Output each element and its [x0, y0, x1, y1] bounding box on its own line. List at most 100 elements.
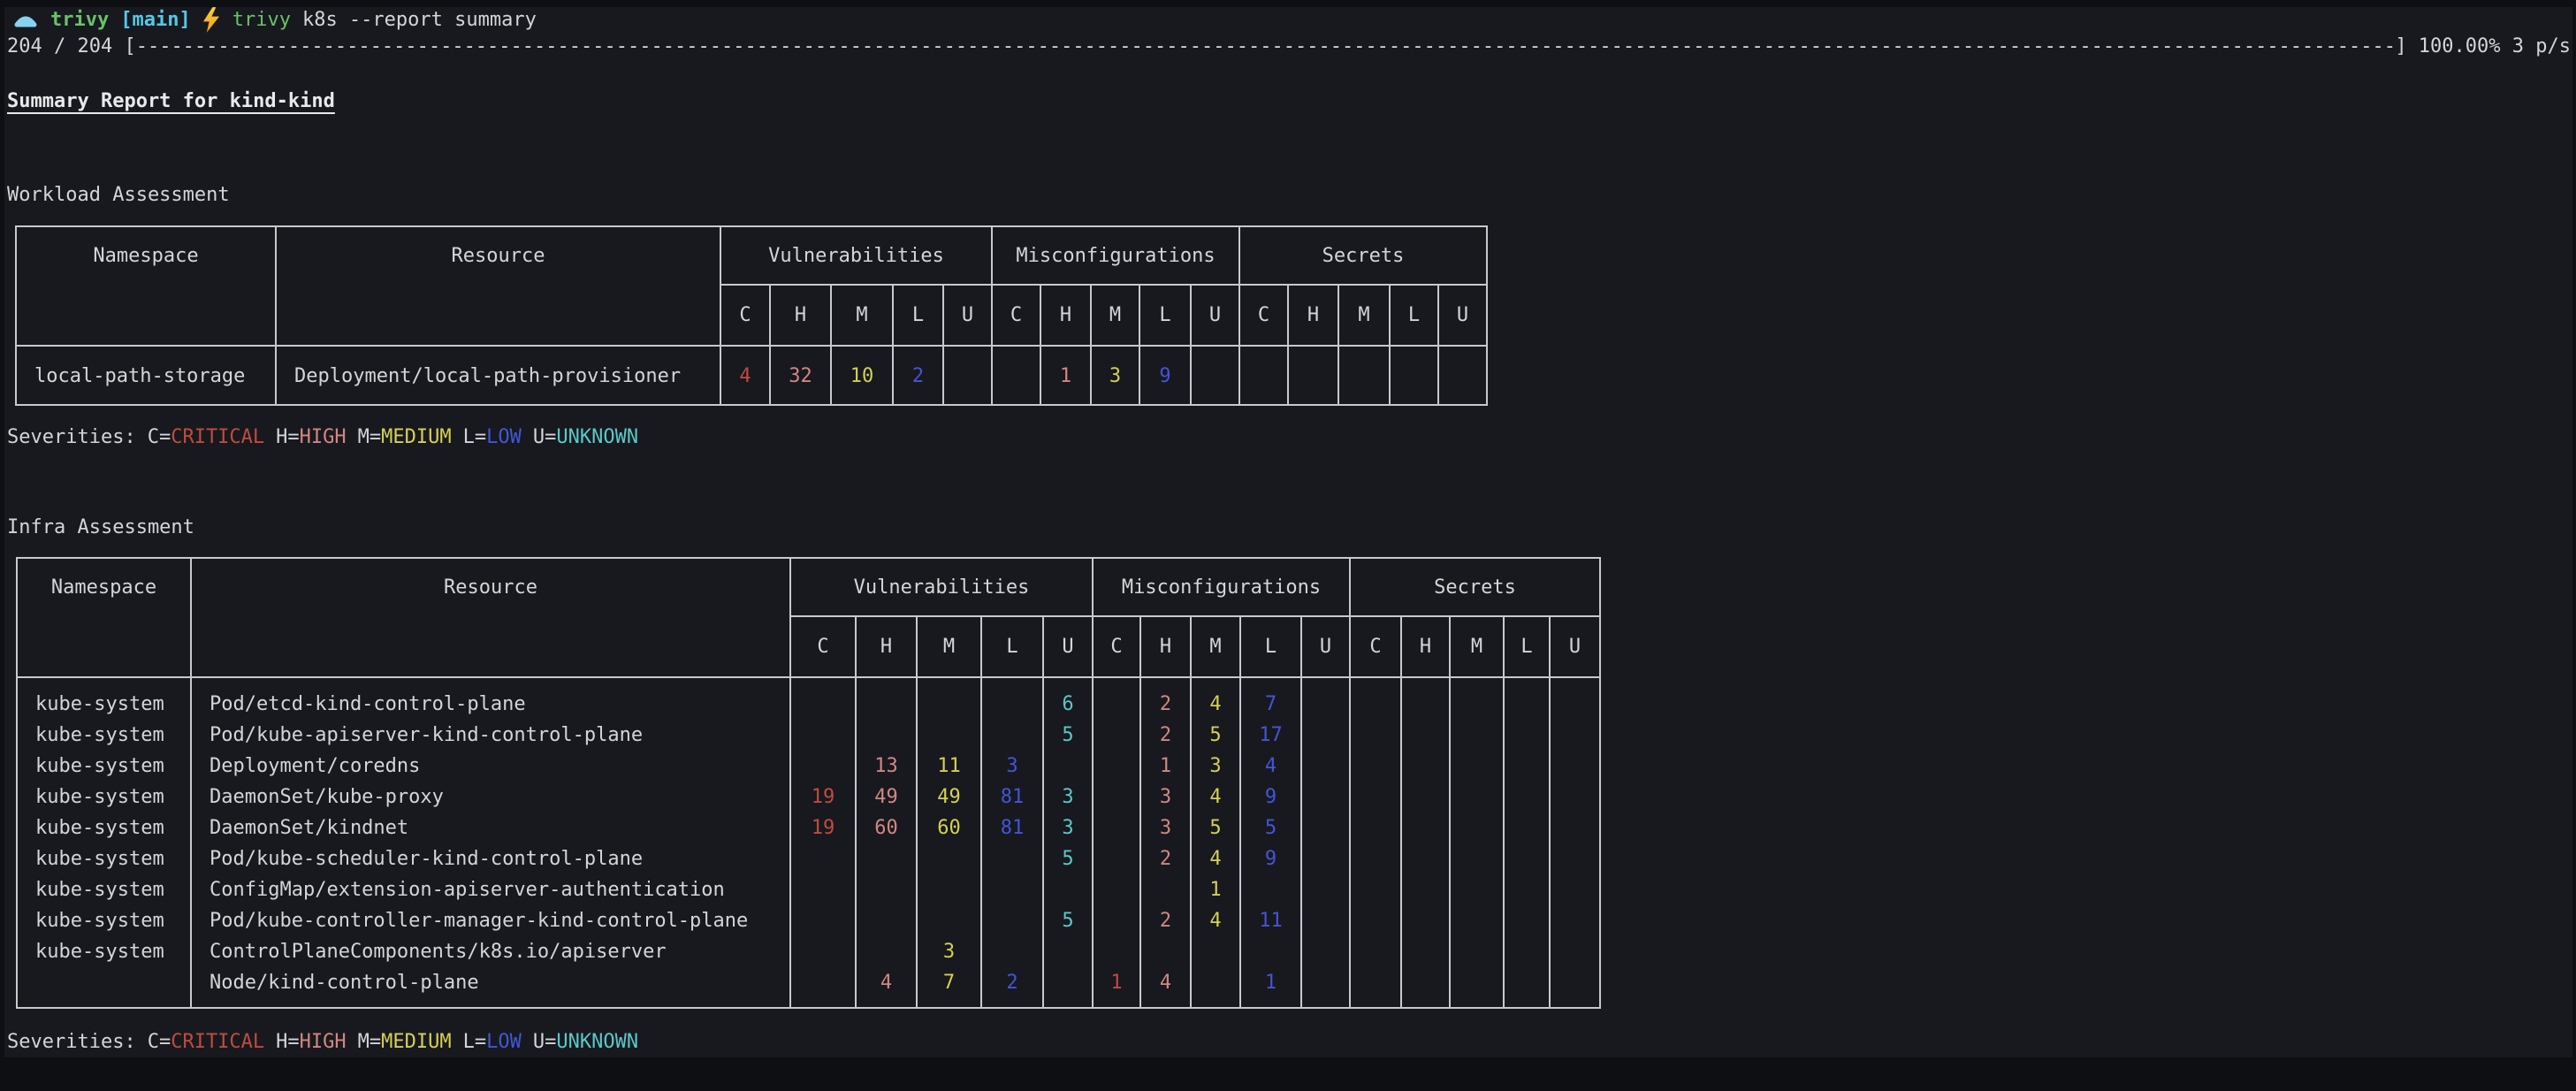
cell-value: kube-system [18, 720, 190, 751]
legend-key: H= [276, 1031, 300, 1053]
cell-value [1351, 813, 1400, 843]
col-subheader-L: L [982, 617, 1044, 676]
prompt-directory: trivy [50, 9, 109, 31]
cell-value [1551, 936, 1599, 967]
legend-item-C: C=CRITICAL [148, 426, 264, 448]
cell-value [1451, 813, 1503, 843]
cell-value [857, 936, 916, 967]
cell-value: 49 [918, 782, 980, 813]
col-subheader-U: U [1302, 617, 1351, 676]
cell-value [1439, 347, 1486, 406]
cell-value [1302, 936, 1349, 967]
cell-value [1094, 782, 1139, 813]
cell-value [982, 905, 1042, 936]
secrets-C-column [1351, 678, 1402, 1008]
cell-value [1302, 813, 1349, 843]
cell-value: 4 [1141, 967, 1190, 998]
legend-key: C= [148, 426, 171, 448]
col-subheader-C: C [791, 617, 857, 676]
legend-severity-name: MEDIUM [381, 426, 451, 448]
cell-value [1044, 967, 1092, 998]
cell-value: ControlPlaneComponents/k8s.io/apiserver [192, 936, 789, 967]
cell-value [1402, 782, 1449, 813]
cell-value: 3 [1044, 782, 1092, 813]
cell-value: 5 [1044, 905, 1092, 936]
cell-value [1351, 967, 1400, 998]
section-heading-workload: Workload Assessment [7, 184, 230, 206]
cell-value: 3 [918, 936, 980, 967]
legend-severity-name: UNKNOWN [556, 426, 638, 448]
cell-value [1402, 751, 1449, 782]
cell-value [1451, 782, 1503, 813]
vulnerabilities-H-column: 32 [771, 347, 832, 406]
cell-value: 5 [1192, 813, 1239, 843]
cell-value: 3 [982, 751, 1042, 782]
legend-item-M: M=MEDIUM [358, 426, 452, 448]
vulnerabilities-U-column: 65 335 5 [1044, 678, 1094, 1008]
legend-severity-name: HIGH [300, 1031, 347, 1053]
cell-value [1551, 751, 1599, 782]
cell-value [1351, 782, 1400, 813]
cell-value [1302, 874, 1349, 905]
col-subheader-H: H [771, 286, 832, 345]
cell-value [1505, 874, 1549, 905]
vulnerabilities-H-column: 134960 4 [857, 678, 918, 1008]
table-header: NamespaceResourceVulnerabilitiesMisconfi… [18, 559, 1599, 678]
cell-value: 4 [721, 347, 769, 406]
workload-assessment-table: NamespaceResourceVulnerabilitiesMisconfi… [15, 225, 1488, 406]
cell-value [1094, 720, 1139, 751]
cell-value: 49 [857, 782, 916, 813]
prompt-line: trivy [main] trivy k8s --report summary [12, 5, 537, 34]
cell-value: 17 [1241, 720, 1300, 751]
cell-value: 3 [1092, 347, 1139, 406]
legend-severity-name: MEDIUM [381, 1031, 451, 1053]
cell-value: 9 [1140, 347, 1190, 406]
col-subheader-M: M [1092, 286, 1140, 345]
cell-value [1451, 936, 1503, 967]
cell-value [1094, 874, 1139, 905]
cell-value: 4 [1192, 905, 1239, 936]
cell-value: 2 [1141, 689, 1190, 720]
misconfigurations-U-column [1192, 347, 1240, 406]
cell-value [918, 905, 980, 936]
legend-severity-name: CRITICAL [171, 1031, 264, 1053]
cell-value [982, 874, 1042, 905]
vulnerabilities-U-column [944, 347, 993, 406]
git-branch-label: [main] [120, 9, 190, 31]
cell-value: 32 [771, 347, 830, 406]
cell-value [1094, 751, 1139, 782]
cell-value [1351, 751, 1400, 782]
cell-value [1451, 874, 1503, 905]
cell-value: 4 [857, 967, 916, 998]
cell-value: 5 [1044, 843, 1092, 874]
misconfigurations-C-column [993, 347, 1041, 406]
legend-severity-name: UNKNOWN [556, 1031, 638, 1053]
cell-value [857, 905, 916, 936]
cell-value [1551, 782, 1599, 813]
terminal-screen[interactable]: trivy [main] trivy k8s --report summary … [0, 0, 2576, 1091]
cell-value [1505, 813, 1549, 843]
cell-value [1402, 936, 1449, 967]
cell-value: kube-system [18, 782, 190, 813]
cell-value [791, 689, 855, 720]
cell-value [1094, 813, 1139, 843]
cell-value: 6 [1044, 689, 1092, 720]
cell-value [1192, 936, 1239, 967]
col-subheader-M: M [918, 617, 982, 676]
col-subheader-C: C [1351, 617, 1402, 676]
vulnerabilities-M-column: 10 [832, 347, 894, 406]
legend-item-L: L=LOW [463, 1031, 522, 1053]
misconfigurations-H-column: 1 [1041, 347, 1092, 406]
col-group-vulnerabilities: Vulnerabilities [721, 227, 993, 286]
cell-value: 4 [1192, 782, 1239, 813]
col-group-secrets: Secrets [1351, 559, 1599, 617]
cell-value: Node/kind-control-plane [192, 967, 789, 998]
col-subheader-H: H [1141, 617, 1192, 676]
cell-value [1505, 905, 1549, 936]
col-subheader-U: U [1551, 617, 1599, 676]
cell-value: 3 [1141, 813, 1190, 843]
cell-value: 10 [832, 347, 892, 406]
cell-value: 4 [1192, 843, 1239, 874]
col-subheader-L: L [1140, 286, 1192, 345]
cell-value [1505, 843, 1549, 874]
